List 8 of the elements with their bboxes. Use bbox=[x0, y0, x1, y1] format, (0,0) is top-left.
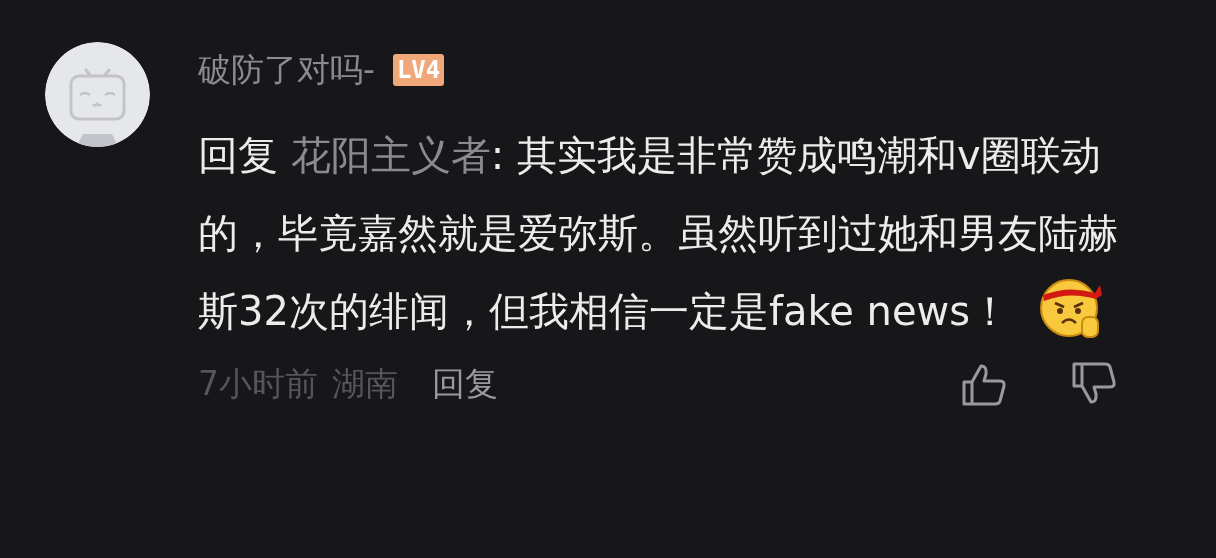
location: 湖南 bbox=[332, 362, 398, 405]
post-time: 7小时前 bbox=[198, 362, 318, 405]
avatar[interactable] bbox=[45, 42, 150, 147]
comment-text: 回复 花阳主义者: 其实我是非常赞成鸣潮和v圈联动的，毕竟嘉然就是爱弥斯。虽然听到过她和男友陆赫斯32次的绯闻，但我相信一定是fake news！ bbox=[198, 116, 1148, 350]
username[interactable]: 破防了对吗- bbox=[198, 47, 375, 93]
mention-link[interactable]: 花阳主义者 bbox=[290, 132, 491, 178]
reply-button[interactable]: 回复 bbox=[432, 361, 498, 407]
level-badge: LV4 bbox=[392, 54, 445, 86]
